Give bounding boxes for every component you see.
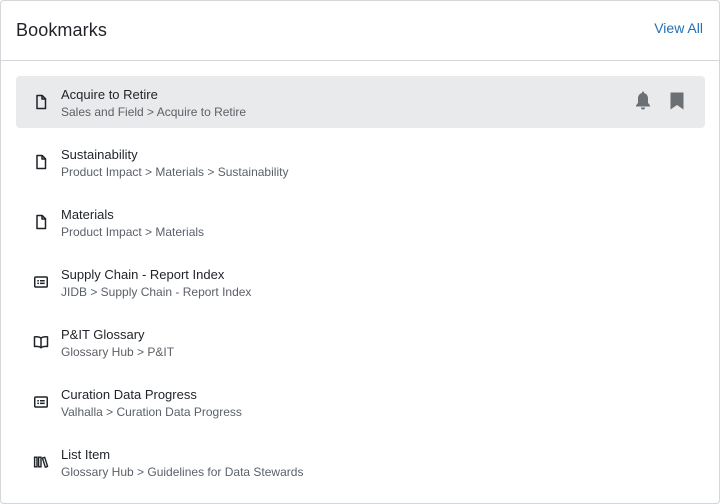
bookmark-path: Product Impact > Materials > Sustainabil… — [61, 165, 289, 179]
bookmark-item-supply-chain-report-index[interactable]: Supply Chain - Report Index JIDB > Suppl… — [16, 256, 705, 308]
bookmark-path: Sales and Field > Acquire to Retire — [61, 105, 247, 119]
document-icon — [33, 154, 49, 170]
card-title: Bookmarks — [16, 20, 107, 40]
bookmark-name: P&IT Glossary — [61, 327, 145, 342]
bookmark-path: JIDB > Supply Chain - Report Index — [61, 285, 252, 299]
view-all-link[interactable]: View All — [654, 20, 703, 36]
card-header: Bookmarks View All — [1, 1, 719, 61]
bookmark-name: Acquire to Retire — [61, 87, 158, 102]
report-icon — [33, 274, 49, 290]
bookmark-item-acquire-to-retire[interactable]: Acquire to Retire Sales and Field > Acqu… — [16, 76, 705, 128]
bookmark-path: Glossary Hub > Guidelines for Data Stewa… — [61, 465, 304, 479]
bookmark-path: Valhalla > Curation Data Progress — [61, 405, 242, 419]
bookmark-path: Product Impact > Materials — [61, 225, 205, 239]
bookmark-name: Curation Data Progress — [61, 387, 197, 402]
document-icon — [33, 214, 49, 230]
bookmark-list: Acquire to Retire Sales and Field > Acqu… — [16, 76, 705, 496]
bookmark-item-materials[interactable]: Materials Product Impact > Materials — [16, 196, 705, 248]
bookmark-item-curation-data-progress[interactable]: Curation Data Progress Valhalla > Curati… — [16, 376, 705, 428]
bookmark-item-list-item[interactable]: List Item Glossary Hub > Guidelines for … — [16, 436, 705, 488]
bookmark-name: Sustainability — [61, 147, 138, 162]
bookmark-item-sustainability[interactable]: Sustainability Product Impact > Material… — [16, 136, 705, 188]
document-icon — [33, 94, 49, 110]
bookmark-item-pit-glossary[interactable]: P&IT Glossary Glossary Hub > P&IT — [16, 316, 705, 368]
bookmarks-card: Bookmarks View All Acquire to Retire Sal… — [0, 0, 720, 504]
bookmark-name: Supply Chain - Report Index — [61, 267, 225, 282]
library-icon — [33, 454, 49, 470]
book-open-icon — [33, 334, 49, 350]
bookmark-name: Materials — [61, 207, 114, 222]
bookmark-path: Glossary Hub > P&IT — [61, 345, 175, 359]
report-icon — [33, 394, 49, 410]
bell-icon[interactable] — [633, 91, 653, 111]
bookmark-name: List Item — [61, 447, 111, 462]
row-actions — [633, 91, 687, 111]
bookmark-icon[interactable] — [667, 91, 687, 111]
